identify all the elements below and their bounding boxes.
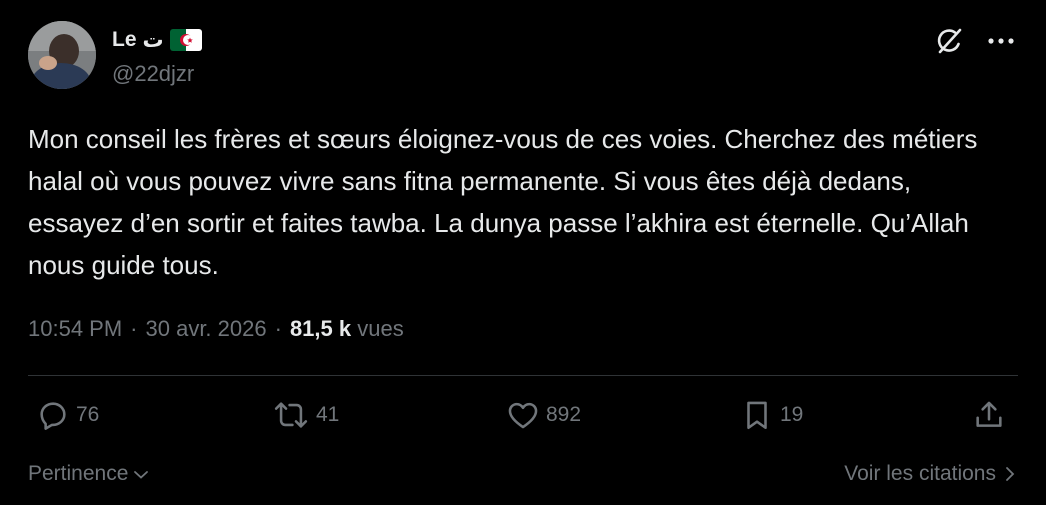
meta-separator: · <box>130 316 138 341</box>
views-label: vues <box>357 316 404 341</box>
like-count: 892 <box>546 403 582 426</box>
sort-label: Pertinence <box>28 462 129 485</box>
author-name[interactable]: Le <box>112 28 137 52</box>
author-block: Le ت @22djzr <box>112 27 202 87</box>
reply-count: 76 <box>76 403 100 426</box>
bookmark-icon <box>747 401 767 430</box>
view-quotes-link[interactable]: Voir les citations <box>844 462 1016 486</box>
author-handle[interactable]: @22djzr <box>112 61 202 87</box>
tweet-meta: 10:54 PM · 30 avr. 2026 · 81,5 k vues <box>28 316 404 342</box>
more-options-icon[interactable] <box>984 24 1018 58</box>
meta-separator: · <box>274 316 282 341</box>
tweet-time[interactable]: 10:54 PM <box>28 316 122 342</box>
action-bar: 76 41 892 19 <box>28 398 1018 440</box>
chevron-right-icon <box>1006 467 1015 481</box>
avatar-image <box>28 21 96 89</box>
like-button[interactable]: 892 <box>506 398 581 432</box>
share-icon <box>976 401 1002 427</box>
repost-icon <box>274 402 308 428</box>
tweet-date[interactable]: 30 avr. 2026 <box>146 316 267 342</box>
view-quotes-label: Voir les citations <box>844 462 996 485</box>
bookmark-count: 19 <box>780 403 804 426</box>
share-button[interactable] <box>972 398 1006 432</box>
sort-dropdown[interactable]: Pertinence <box>28 462 150 486</box>
algeria-flag-icon <box>169 29 202 51</box>
chevron-down-icon <box>134 471 149 479</box>
grok-icon[interactable] <box>932 24 966 58</box>
author-name-arabic[interactable]: ت <box>143 28 164 53</box>
top-actions <box>932 24 1018 58</box>
tweet-text: Mon conseil les frères et sœurs éloignez… <box>28 124 978 280</box>
reply-button[interactable]: 76 <box>36 398 99 432</box>
repost-button[interactable]: 41 <box>272 398 339 432</box>
heart-icon <box>508 402 538 429</box>
bookmark-button[interactable]: 19 <box>740 398 803 432</box>
reply-icon <box>40 402 66 430</box>
avatar[interactable] <box>28 21 96 89</box>
repost-count: 41 <box>316 403 340 426</box>
divider <box>28 375 1018 376</box>
views-count[interactable]: 81,5 k <box>290 316 351 341</box>
